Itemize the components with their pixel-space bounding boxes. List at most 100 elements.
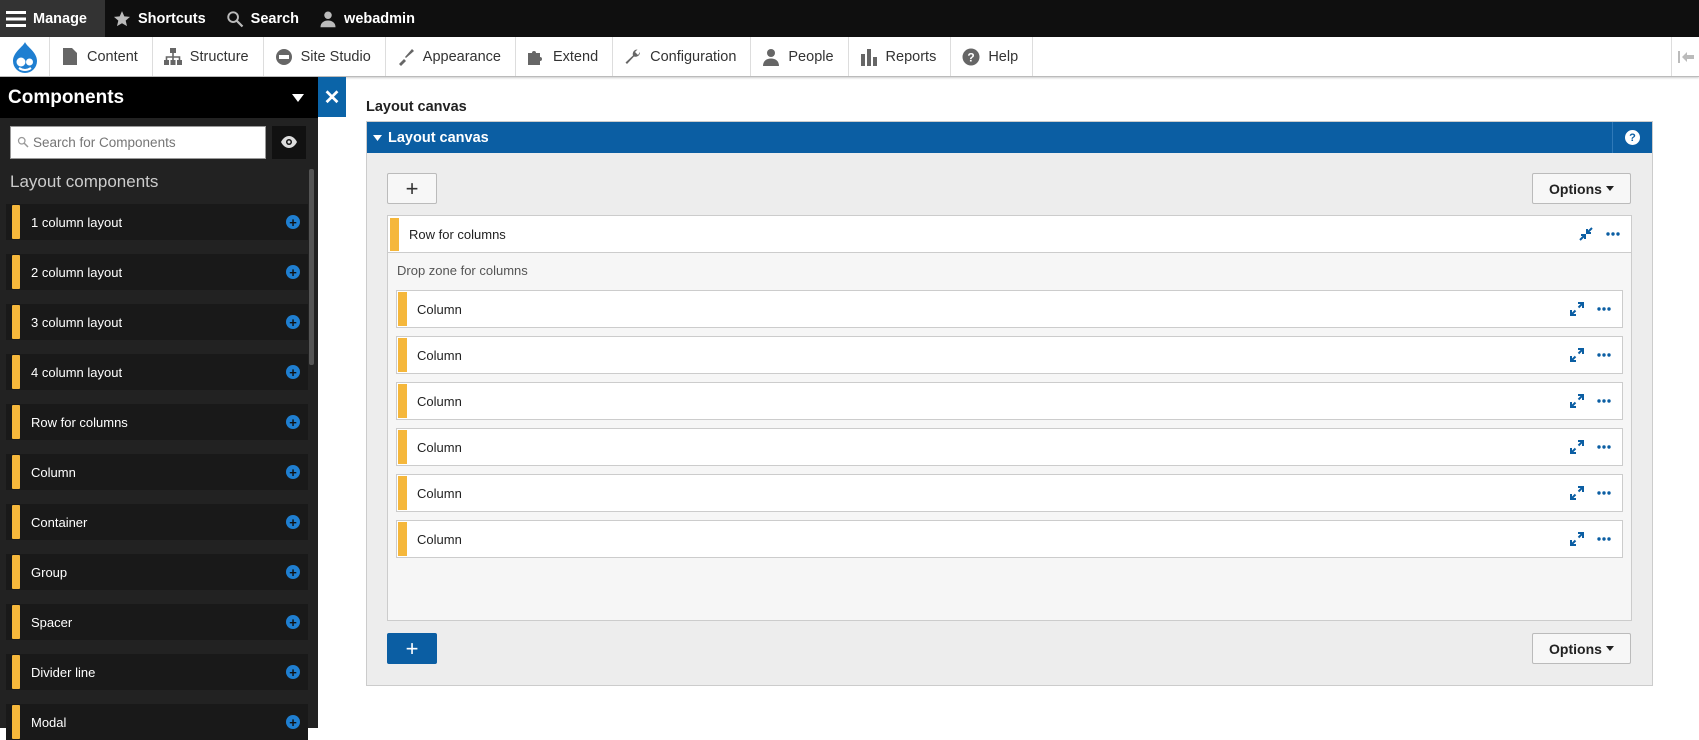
layout-canvas-header[interactable]: Layout canvas ? xyxy=(367,122,1652,153)
expand-icon[interactable] xyxy=(1567,391,1587,411)
collapse-tray-button[interactable] xyxy=(1671,37,1699,76)
component-color-bar xyxy=(12,405,20,439)
component-item-4-column-layout[interactable]: 4 column layout + xyxy=(6,354,308,390)
expand-icon[interactable] xyxy=(1567,529,1587,549)
add-component-icon[interactable]: + xyxy=(286,565,300,579)
more-options-icon[interactable] xyxy=(1594,391,1614,411)
add-component-icon[interactable]: + xyxy=(286,465,300,479)
options-button-bottom[interactable]: Options xyxy=(1532,633,1631,664)
add-component-icon[interactable]: + xyxy=(286,365,300,379)
component-color-bar xyxy=(12,605,20,639)
component-color-bar xyxy=(12,655,20,689)
column-item[interactable]: Column xyxy=(396,336,1623,374)
component-list: 1 column layout + 2 column layout + 3 colu… xyxy=(0,204,318,740)
menu-structure-label: Structure xyxy=(189,48,249,65)
component-item-1-column-layout[interactable]: 1 column layout + xyxy=(6,204,308,240)
add-component-icon[interactable]: + xyxy=(286,715,300,729)
menu-configuration[interactable]: Configuration xyxy=(613,37,752,76)
component-color-bar xyxy=(398,476,407,510)
add-component-icon[interactable]: + xyxy=(286,615,300,629)
more-options-icon[interactable] xyxy=(1594,437,1614,457)
component-color-bar xyxy=(12,205,20,239)
admin-menu-tray: Content Structure Site Studio Appearance… xyxy=(0,37,1699,77)
component-item-row-for-columns[interactable]: Row for columns + xyxy=(6,404,308,440)
close-icon: ✕ xyxy=(323,86,341,109)
add-component-icon[interactable]: + xyxy=(286,315,300,329)
component-item-2-column-layout[interactable]: 2 column layout + xyxy=(6,254,308,290)
user-tab[interactable]: webadmin xyxy=(311,0,427,37)
puzzle-icon xyxy=(527,48,545,66)
add-component-icon[interactable]: + xyxy=(286,215,300,229)
search-tab[interactable]: Search xyxy=(218,0,311,37)
expand-icon[interactable] xyxy=(1567,483,1587,503)
add-component-icon[interactable]: + xyxy=(286,515,300,529)
expand-icon[interactable] xyxy=(1567,345,1587,365)
component-item-spacer[interactable]: Spacer + xyxy=(6,604,308,640)
component-label: Spacer xyxy=(31,614,73,630)
menu-appearance[interactable]: Appearance xyxy=(386,37,516,76)
add-component-button-top[interactable]: + xyxy=(387,173,437,204)
component-search-field xyxy=(10,125,266,159)
component-item-modal[interactable]: Modal + xyxy=(6,704,308,740)
component-color-bar xyxy=(12,305,20,339)
menu-people-label: People xyxy=(788,48,834,65)
layout-canvas-title: Layout canvas xyxy=(388,129,489,146)
menu-help[interactable]: ? Help xyxy=(951,37,1034,76)
column-item[interactable]: Column xyxy=(396,290,1623,328)
component-item-column[interactable]: Column + xyxy=(6,454,308,490)
add-component-icon[interactable]: + xyxy=(286,415,300,429)
expand-icon[interactable] xyxy=(1567,299,1587,319)
row-for-columns-label: Row for columns xyxy=(409,226,506,242)
component-color-bar xyxy=(398,384,407,418)
options-button-top[interactable]: Options xyxy=(1532,173,1631,204)
column-item[interactable]: Column xyxy=(396,474,1623,512)
component-search-input[interactable] xyxy=(33,134,261,150)
component-color-bar xyxy=(12,705,20,739)
component-label: Column xyxy=(31,464,76,480)
column-item[interactable]: Column xyxy=(396,520,1623,558)
person-icon xyxy=(762,48,780,66)
component-color-bar xyxy=(398,292,407,326)
column-item[interactable]: Column xyxy=(396,428,1623,466)
component-item-container[interactable]: Container + xyxy=(6,504,308,540)
menu-content[interactable]: Content xyxy=(50,37,153,76)
menu-structure[interactable]: Structure xyxy=(153,37,264,76)
collapse-icon[interactable] xyxy=(1576,224,1596,244)
more-options-icon[interactable] xyxy=(1594,483,1614,503)
menu-people[interactable]: People xyxy=(751,37,849,76)
component-color-bar xyxy=(12,505,20,539)
add-component-icon[interactable]: + xyxy=(286,665,300,679)
shortcuts-tab[interactable]: Shortcuts xyxy=(105,0,218,37)
close-sidebar-button[interactable]: ✕ xyxy=(318,77,346,117)
row-for-columns-header[interactable]: Row for columns xyxy=(388,216,1631,253)
menu-site-studio-label: Site Studio xyxy=(300,48,371,65)
menu-extend[interactable]: Extend xyxy=(516,37,614,76)
column-label: Column xyxy=(417,393,462,409)
component-item-3-column-layout[interactable]: 3 column layout + xyxy=(6,304,308,340)
menu-reports[interactable]: Reports xyxy=(849,37,952,76)
expand-icon[interactable] xyxy=(1567,437,1587,457)
column-item[interactable]: Column xyxy=(396,382,1623,420)
sidebar-scrollbar[interactable] xyxy=(309,169,314,365)
caret-down-icon[interactable] xyxy=(292,93,304,102)
more-options-icon[interactable] xyxy=(1594,299,1614,319)
help-icon: ? xyxy=(1625,130,1640,145)
sidebar-search-row xyxy=(0,118,318,166)
user-label: webadmin xyxy=(344,10,415,27)
drop-zone-label: Drop zone for columns xyxy=(397,263,528,278)
manage-tab[interactable]: Manage xyxy=(0,0,105,37)
more-options-icon[interactable] xyxy=(1594,529,1614,549)
sidebar-title: Components xyxy=(8,86,125,108)
menu-site-studio[interactable]: Site Studio xyxy=(264,37,386,76)
add-component-icon[interactable]: + xyxy=(286,265,300,279)
toggle-visibility-button[interactable] xyxy=(272,125,306,159)
components-sidebar: Components ✕ Layout components 1 column … xyxy=(0,77,346,740)
component-item-group[interactable]: Group + xyxy=(6,554,308,590)
paintbrush-icon xyxy=(397,48,415,66)
more-options-icon[interactable] xyxy=(1603,224,1623,244)
component-item-divider-line[interactable]: Divider line + xyxy=(6,654,308,690)
drupal-logo[interactable] xyxy=(0,37,50,76)
more-options-icon[interactable] xyxy=(1594,345,1614,365)
help-button[interactable]: ? xyxy=(1612,122,1652,153)
add-component-button-bottom[interactable]: + xyxy=(387,633,437,664)
